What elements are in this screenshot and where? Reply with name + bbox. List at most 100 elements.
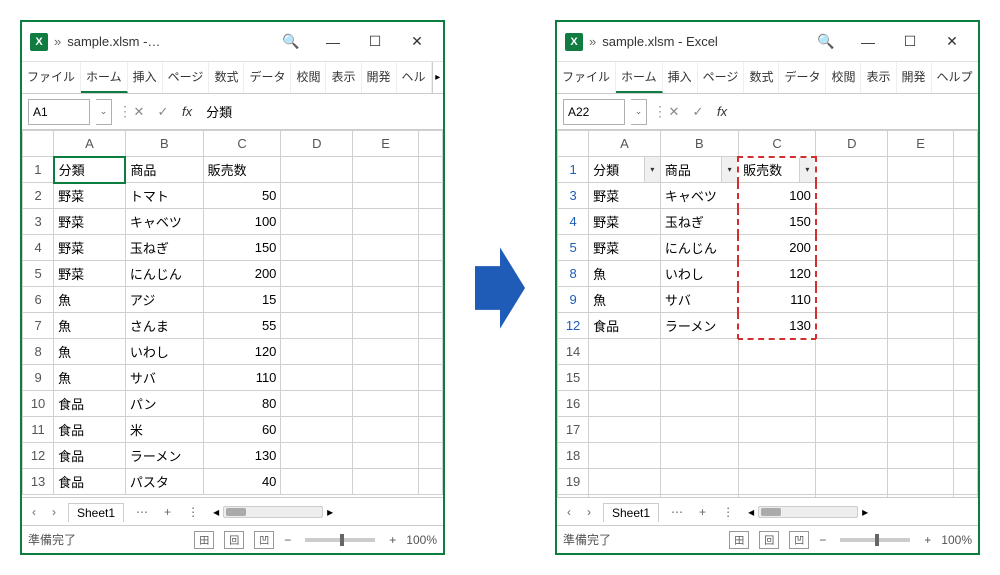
search-icon[interactable]: 🔍 <box>273 28 309 56</box>
table-cell[interactable]: キャベツ <box>660 183 738 209</box>
sheet-more-icon[interactable]: ⋯ <box>667 505 687 519</box>
cell-B1[interactable]: 商品 <box>125 157 203 183</box>
row-header[interactable]: 18 <box>558 443 589 469</box>
tab-dev[interactable]: 開発 <box>362 62 397 93</box>
zoom-level[interactable]: 100% <box>941 533 972 547</box>
table-cell[interactable]: トマト <box>125 183 203 209</box>
table-cell[interactable]: パン <box>125 391 203 417</box>
tab-insert[interactable]: 挿入 <box>128 62 163 93</box>
row-header[interactable]: 4 <box>558 209 589 235</box>
table-cell[interactable]: 魚 <box>54 313 126 339</box>
zoom-in-icon[interactable]: + <box>389 533 396 547</box>
row-header[interactable]: 17 <box>558 417 589 443</box>
check-icon[interactable]: ✓ <box>154 101 172 123</box>
table-cell[interactable]: 食品 <box>589 313 661 339</box>
table-cell[interactable]: 野菜 <box>589 209 661 235</box>
cancel-icon[interactable]: ✕ <box>665 101 683 123</box>
table-cell[interactable]: 玉ねぎ <box>125 235 203 261</box>
sheet-tab[interactable]: Sheet1 <box>603 503 659 522</box>
col-header-E[interactable]: E <box>888 131 954 157</box>
close-button[interactable]: ✕ <box>934 28 970 56</box>
new-sheet-icon[interactable]: + <box>695 505 710 519</box>
zoom-level[interactable]: 100% <box>406 533 437 547</box>
row-header[interactable]: 9 <box>558 287 589 313</box>
view-break-icon[interactable]: 凹 <box>254 531 274 549</box>
view-normal-icon[interactable]: 田 <box>729 531 749 549</box>
row-header[interactable]: 2 <box>23 183 54 209</box>
sheet-prev-icon[interactable]: ‹ <box>28 505 40 519</box>
table-cell[interactable]: 魚 <box>589 287 661 313</box>
table-cell[interactable]: 15 <box>203 287 281 313</box>
table-cell[interactable]: キャベツ <box>125 209 203 235</box>
row-header[interactable]: 12 <box>23 443 54 469</box>
tab-page[interactable]: ページ <box>698 62 745 93</box>
tab-review[interactable]: 校閲 <box>826 62 861 93</box>
spreadsheet-grid[interactable]: ABCDE 1 分類▾ 商品▾ 販売数▾ 3野菜キャベツ1004野菜玉ねぎ150… <box>557 130 978 497</box>
row-header[interactable]: 9 <box>23 365 54 391</box>
tab-file[interactable]: ファイル <box>22 62 81 93</box>
table-cell[interactable]: 110 <box>203 365 281 391</box>
sheet-next-icon[interactable]: › <box>583 505 595 519</box>
table-cell[interactable]: 80 <box>203 391 281 417</box>
scrollbar-h[interactable] <box>758 506 858 518</box>
tab-formula[interactable]: 数式 <box>744 62 779 93</box>
scroll-left-icon[interactable]: ◂ <box>748 505 754 519</box>
sheet-next-icon[interactable]: › <box>48 505 60 519</box>
table-cell[interactable]: 野菜 <box>589 183 661 209</box>
formula-input[interactable] <box>737 99 972 125</box>
scrollbar-h[interactable] <box>223 506 323 518</box>
tab-help[interactable]: ヘル <box>397 62 432 93</box>
tab-formula[interactable]: 数式 <box>209 62 244 93</box>
table-cell[interactable]: 野菜 <box>589 235 661 261</box>
table-cell[interactable]: 60 <box>203 417 281 443</box>
cell-C1[interactable]: 販売数▾ <box>738 157 816 183</box>
tab-help[interactable]: ヘルプ <box>932 62 978 93</box>
search-icon[interactable]: 🔍 <box>808 28 844 56</box>
tab-home[interactable]: ホーム <box>81 62 128 93</box>
filter-icon[interactable]: ▾ <box>644 157 660 182</box>
table-cell[interactable]: 120 <box>738 261 816 287</box>
table-cell[interactable]: 40 <box>203 469 281 495</box>
table-cell[interactable]: 魚 <box>54 339 126 365</box>
zoom-out-icon[interactable]: − <box>819 533 826 547</box>
zoom-slider[interactable] <box>305 538 375 542</box>
sheet-more-icon[interactable]: ⋯ <box>132 505 152 519</box>
table-cell[interactable]: 150 <box>203 235 281 261</box>
close-button[interactable]: ✕ <box>399 28 435 56</box>
row-header[interactable]: 5 <box>558 235 589 261</box>
table-cell[interactable]: 野菜 <box>54 209 126 235</box>
fx-icon[interactable]: fx <box>182 104 192 119</box>
row-header[interactable]: 8 <box>558 261 589 287</box>
col-header-A[interactable]: A <box>589 131 661 157</box>
view-page-icon[interactable]: 回 <box>759 531 779 549</box>
name-box[interactable]: A22 <box>563 99 625 125</box>
tab-review[interactable]: 校閲 <box>291 62 326 93</box>
fx-icon[interactable]: fx <box>717 104 727 119</box>
formula-input[interactable] <box>202 99 437 125</box>
table-cell[interactable]: サバ <box>660 287 738 313</box>
zoom-in-icon[interactable]: + <box>924 533 931 547</box>
check-icon[interactable]: ✓ <box>689 101 707 123</box>
row-header[interactable]: 11 <box>23 417 54 443</box>
tab-view[interactable]: 表示 <box>861 62 896 93</box>
sheet-tab[interactable]: Sheet1 <box>68 503 124 522</box>
spreadsheet-grid[interactable]: ABCDE 1分類商品販売数 2野菜トマト503野菜キャベツ1004野菜玉ねぎ1… <box>22 130 443 497</box>
table-cell[interactable]: にんじん <box>125 261 203 287</box>
name-box[interactable]: A1 <box>28 99 90 125</box>
table-cell[interactable]: 130 <box>203 443 281 469</box>
table-cell[interactable]: アジ <box>125 287 203 313</box>
tab-data[interactable]: データ <box>779 62 826 93</box>
tab-insert[interactable]: 挿入 <box>663 62 698 93</box>
table-cell[interactable]: 野菜 <box>54 235 126 261</box>
zoom-out-icon[interactable]: − <box>284 533 291 547</box>
row-header[interactable]: 15 <box>558 365 589 391</box>
table-cell[interactable]: 200 <box>203 261 281 287</box>
maximize-button[interactable]: ☐ <box>357 28 393 56</box>
col-header-B[interactable]: B <box>660 131 738 157</box>
table-cell[interactable]: ラーメン <box>660 313 738 339</box>
tab-page[interactable]: ページ <box>163 62 210 93</box>
cell-B1[interactable]: 商品▾ <box>660 157 738 183</box>
row-header[interactable]: 19 <box>558 469 589 495</box>
table-cell[interactable]: いわし <box>125 339 203 365</box>
tab-data[interactable]: データ <box>244 62 291 93</box>
